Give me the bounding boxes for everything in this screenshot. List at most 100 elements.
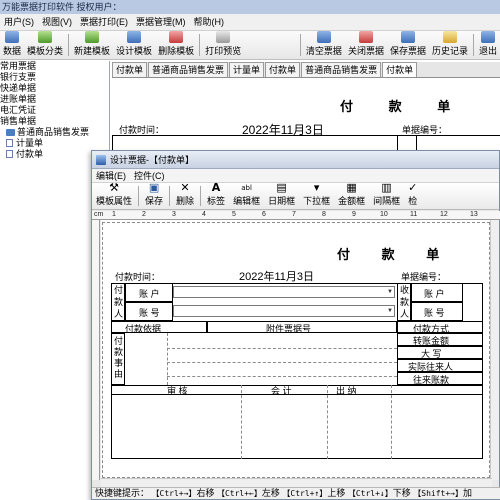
tree-item-deposit[interactable]: 进账单据 <box>0 94 109 105</box>
label-control-button[interactable]: A 标签 <box>203 182 229 209</box>
design-window-title: 设计票据-【付款单】 <box>110 155 194 165</box>
payment-basis-label[interactable]: 付款依据 <box>125 322 161 335</box>
print-preview-button[interactable]: 打印预览 <box>202 31 244 59</box>
shortcut-status-bar: 快捷键提示： 【Ctrl+→】右移 【Ctrl+←】左移 【Ctrl+↑】上移 … <box>92 487 500 499</box>
document-tabs: 付款单 普通商品销售发票 计量单 付款单 普通商品销售发票 付款单 <box>112 62 500 78</box>
tree-item-express[interactable]: 快递单据 <box>0 83 109 94</box>
template-category-button[interactable]: 模板分类 <box>24 31 66 59</box>
shortcut-key: 【Ctrl+↑】 <box>282 489 328 498</box>
delete-template-button[interactable]: 删除模板 <box>155 31 197 59</box>
payer-account-label[interactable]: 账 户 <box>139 287 160 300</box>
clear-ticket-button[interactable]: 清空票据 <box>303 31 345 59</box>
tree-item-common[interactable]: 常用票据 <box>0 61 109 72</box>
tree-item-bank-check[interactable]: 银行支票 <box>0 72 109 83</box>
document-icon <box>6 139 13 147</box>
form-number-label[interactable]: 单据编号： <box>401 270 446 283</box>
payer-number-select[interactable] <box>173 305 395 317</box>
tab-measure[interactable]: 计量单 <box>229 62 265 77</box>
form-title[interactable]: 付 款 单 <box>337 244 453 263</box>
accounting-label[interactable]: 会 计 <box>271 384 292 397</box>
spacer-box-button[interactable]: ▥ 间隔框 <box>369 182 404 209</box>
chevron-down-icon[interactable]: ▼ <box>386 287 394 297</box>
check-icon: ✓ <box>408 181 418 194</box>
close-ticket-icon <box>358 31 373 43</box>
tree-item-wire[interactable]: 电汇凭证 <box>0 105 109 116</box>
attachment-no-label[interactable]: 附件票据号 <box>266 322 311 335</box>
save-button[interactable]: ▣ 保存 <box>141 182 167 209</box>
template-properties-button[interactable]: ⚒ 模板属性 <box>92 182 136 209</box>
toolbar-separator <box>199 34 201 56</box>
horizontal-scrollbar[interactable] <box>101 478 492 487</box>
history-button[interactable]: 历史记录 <box>429 31 471 59</box>
cashier-label[interactable]: 出 纳 <box>336 384 357 397</box>
menu-manage[interactable]: 票据管理(M) <box>132 14 190 31</box>
delete-template-icon <box>169 31 184 43</box>
ruler-mark: 4 <box>202 211 206 218</box>
ruler-mark: 8 <box>322 211 326 218</box>
audit-label[interactable]: 审 核 <box>167 384 188 397</box>
toolbar-separator <box>169 186 171 206</box>
window-app-icon <box>96 154 106 165</box>
menu-help[interactable]: 帮助(H) <box>190 14 229 31</box>
menu-print[interactable]: 票据打印(E) <box>76 14 132 31</box>
payer-label[interactable]: 付款人 <box>114 284 123 320</box>
date-box-button[interactable]: ▤ 日期框 <box>264 182 299 209</box>
toolbar-separator <box>472 34 474 56</box>
dropdown-box-button[interactable]: ▾ 下拉框 <box>299 182 334 209</box>
new-template-button[interactable]: 新建模板 <box>71 31 113 59</box>
amount-box-icon: ▦ <box>346 181 357 194</box>
payee-account-label[interactable]: 账 户 <box>424 287 445 300</box>
payer-number-label[interactable]: 账 号 <box>139 306 160 319</box>
payer-account-select[interactable] <box>173 286 395 298</box>
exit-icon <box>480 31 495 43</box>
ruler-mark: 6 <box>262 211 266 218</box>
save-ticket-icon <box>400 31 415 43</box>
tab-sales-invoice-2[interactable]: 普通商品销售发票 <box>301 62 382 77</box>
tab-payment-1[interactable]: 付款单 <box>112 62 148 77</box>
toolbar-separator <box>299 34 301 56</box>
payee-number-label[interactable]: 账 号 <box>424 306 445 319</box>
design-template-icon <box>127 31 142 43</box>
ruler-mark: 10 <box>380 211 388 218</box>
design-toolbar: ⚒ 模板属性 ▣ 保存 ✕ 删除 A 标签 abl 编辑框 ▤ 日期框 ▾ 下拉框 ▦ 金额框 … <box>92 181 499 210</box>
ruler-mark: 7 <box>292 211 296 218</box>
form-date-label[interactable]: 付款时间： <box>115 270 160 283</box>
vertical-scrollbar[interactable] <box>490 220 499 480</box>
ruler-mark: 12 <box>440 211 448 218</box>
menu-user[interactable]: 用户(S) <box>0 14 38 31</box>
tree-item-measure[interactable]: 计量单 <box>0 138 109 149</box>
menu-view[interactable]: 视图(V) <box>38 14 76 31</box>
data-button[interactable]: 数据 <box>0 31 24 59</box>
amount-box-button[interactable]: ▦ 金额框 <box>334 181 369 209</box>
tab-payment-active[interactable]: 付款单 <box>382 62 418 77</box>
shortcut-action: 下移 <box>392 488 411 498</box>
divider <box>327 385 328 459</box>
close-ticket-button[interactable]: 关闭票据 <box>345 31 387 59</box>
shortcut-key: 【Shift+→】 <box>413 489 463 498</box>
app-title: 万能票据打印软件 授权用户： <box>2 2 122 12</box>
exit-button[interactable]: 退出 <box>476 31 500 59</box>
design-canvas[interactable]: 付 款 单 付款时间： 2022年11月3日 单据编号： 付款人 账 户 账 号… <box>101 220 491 480</box>
save-ticket-button[interactable]: 保存票据 <box>387 31 429 59</box>
form-date-value[interactable]: 2022年11月3日 <box>239 268 314 284</box>
chevron-down-icon[interactable]: ▼ <box>386 306 394 316</box>
ruler-mark: 13 <box>470 211 478 218</box>
divider <box>167 376 397 377</box>
ruler-mark: 3 <box>172 211 176 218</box>
check-button[interactable]: ✓ 检 <box>404 181 421 209</box>
divider <box>167 348 397 349</box>
design-window-title-bar[interactable]: 设计票据-【付款单】 <box>92 151 499 169</box>
payment-reason-label[interactable]: 付款事由 <box>114 336 123 380</box>
design-window: 设计票据-【付款单】 编辑(E) 控件(C) ⚒ 模板属性 ▣ 保存 ✕ 删除 A 标签… <box>91 150 500 500</box>
design-template-button[interactable]: 设计模板 <box>113 31 155 59</box>
toolbar-separator <box>68 34 70 56</box>
tab-payment-2[interactable]: 付款单 <box>265 62 301 77</box>
delete-button[interactable]: ✕ 删除 <box>172 182 198 209</box>
tab-sales-invoice-1[interactable]: 普通商品销售发票 <box>148 62 229 77</box>
ruler-mark: 11 <box>410 211 418 218</box>
tree-item-sales-invoice[interactable]: 普通商品销售发票 <box>0 127 109 138</box>
shortcut-action: 左移 <box>261 488 280 498</box>
payee-label[interactable]: 收款人 <box>400 284 409 320</box>
edit-box-button[interactable]: abl 编辑框 <box>229 183 264 209</box>
tree-item-sales[interactable]: 销售单据 <box>0 116 109 127</box>
